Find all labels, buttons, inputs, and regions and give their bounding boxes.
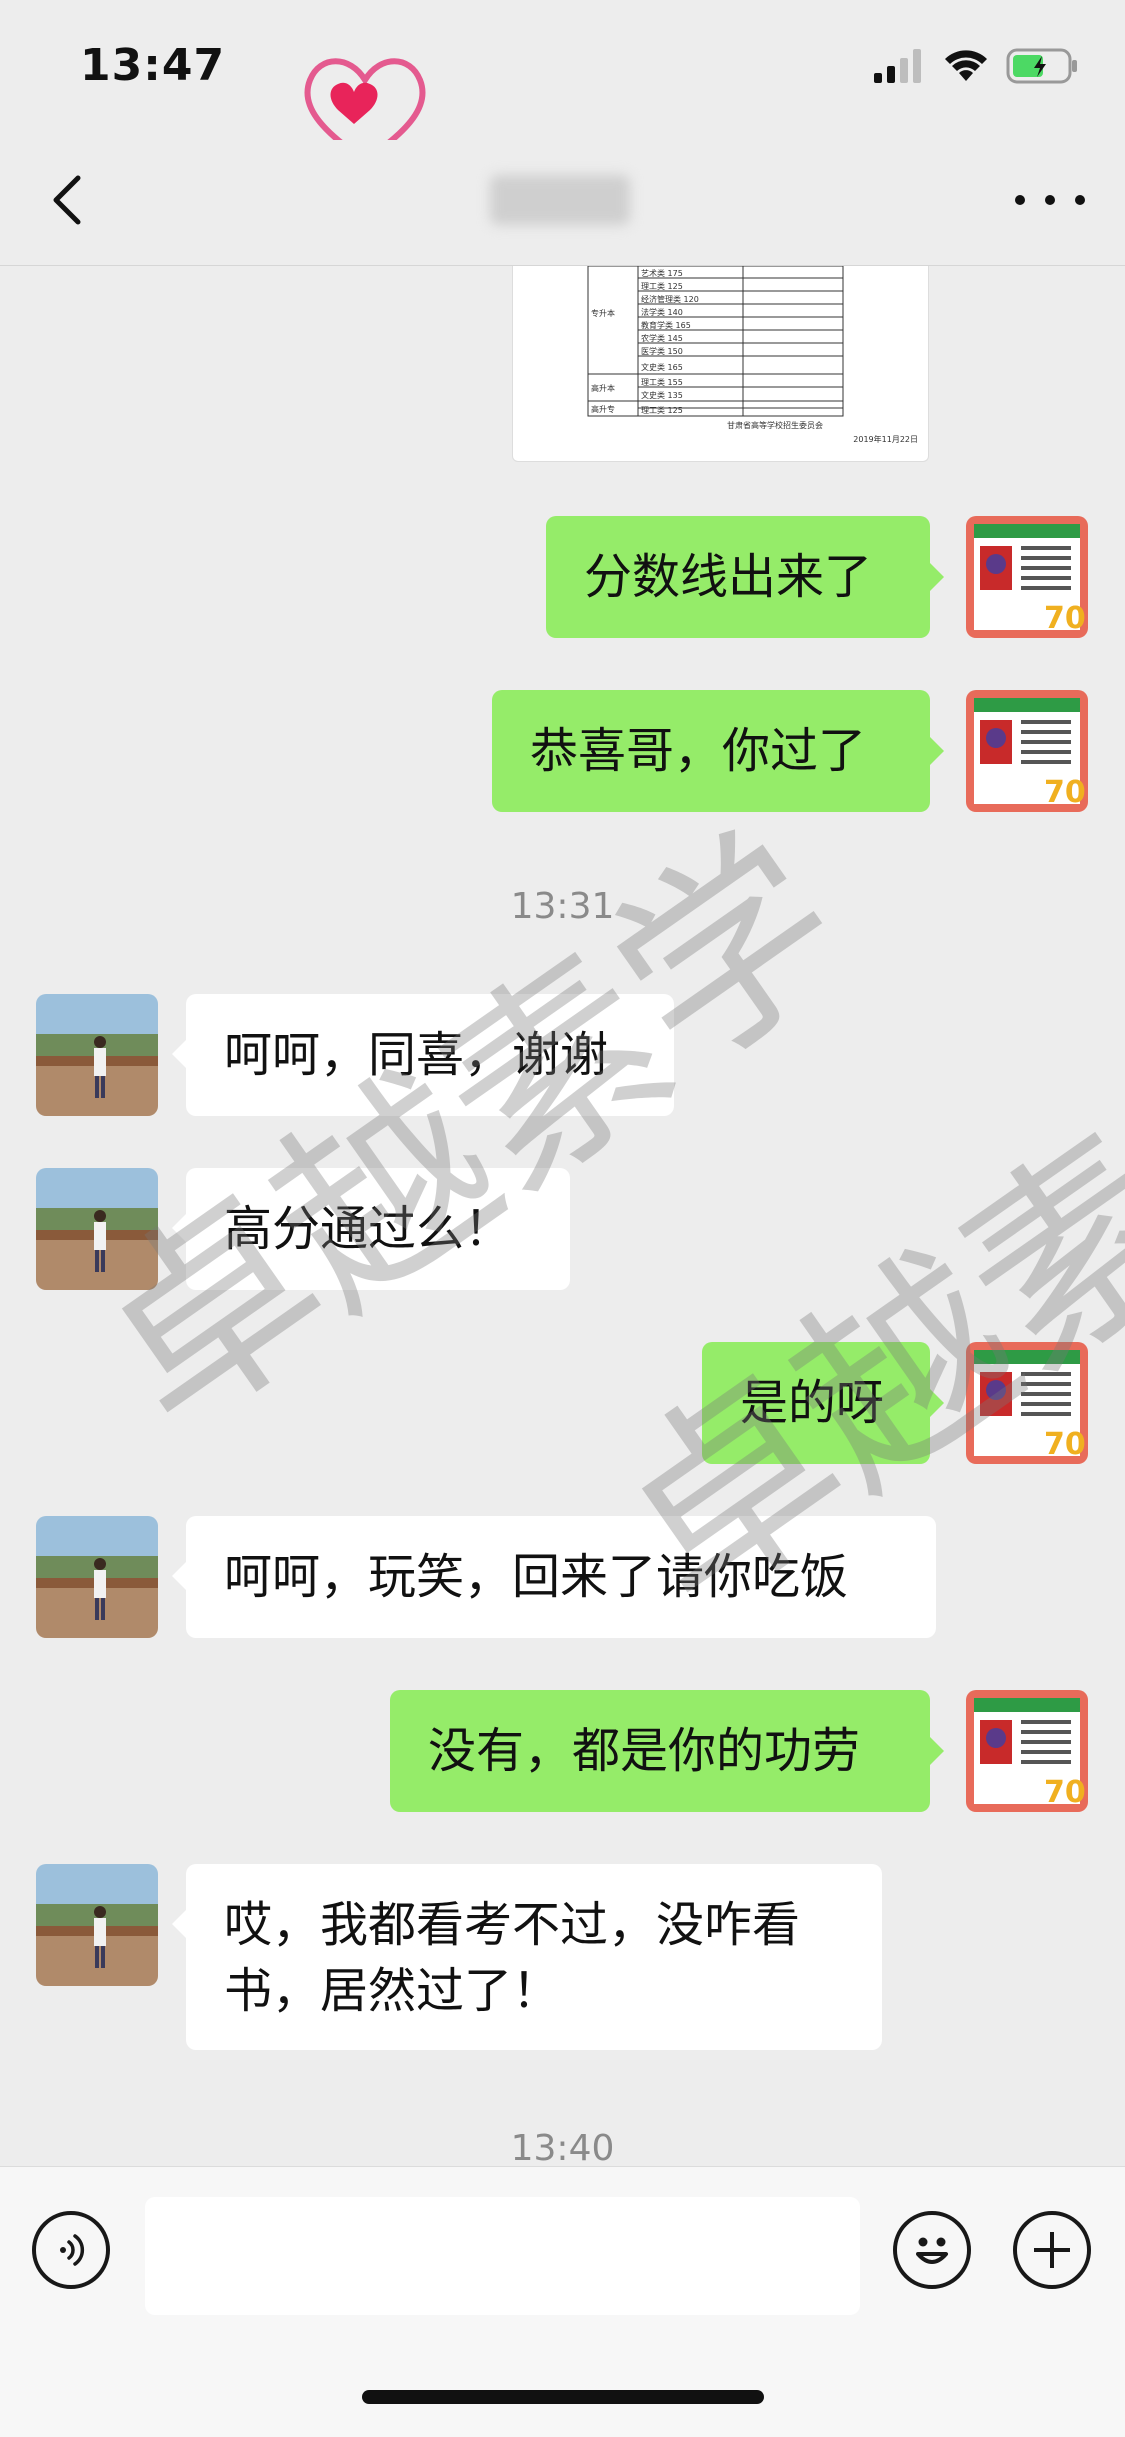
timestamp: 13:31 <box>510 886 615 927</box>
avatar-self[interactable]: 70 <box>966 690 1088 812</box>
status-bar: 13:47 <box>0 0 1125 164</box>
svg-text:教育学类 165: 教育学类 165 <box>641 320 691 330</box>
status-time: 13:47 <box>80 40 226 91</box>
message-bubble-sent[interactable]: 是的呀 <box>702 1342 944 1464</box>
signal-icon <box>874 49 921 83</box>
message-list[interactable]: 专升本 高升本 高升专 艺术类 175 理工类 125 经济管理类 120 法学… <box>0 266 1125 2166</box>
chat-header <box>0 140 1125 266</box>
svg-text:专升本: 专升本 <box>591 308 615 318</box>
svg-text:70: 70 <box>1044 1775 1086 1810</box>
svg-text:2019年11月22日: 2019年11月22日 <box>853 434 918 444</box>
message-bubble-received[interactable]: 哎，我都看考不过，没咋看书，居然过了！ <box>172 1864 882 2050</box>
message-bubble-sent[interactable]: 分数线出来了 <box>546 516 944 638</box>
svg-text:艺术类 175: 艺术类 175 <box>641 268 683 278</box>
document-image-message[interactable]: 专升本 高升本 高升专 艺术类 175 理工类 125 经济管理类 120 法学… <box>512 266 929 462</box>
more-dots-icon[interactable] <box>1015 180 1085 220</box>
svg-text:70: 70 <box>1044 775 1086 810</box>
svg-text:甘肃省高等学校招生委员会: 甘肃省高等学校招生委员会 <box>727 420 823 430</box>
svg-text:文史类 165: 文史类 165 <box>641 362 683 372</box>
svg-text:理工类 155: 理工类 155 <box>641 377 683 387</box>
message-bubble-received[interactable]: 高分通过么！ <box>172 1168 570 1290</box>
message-bubble-sent[interactable]: 恭喜哥，你过了 <box>492 690 944 812</box>
avatar-self[interactable]: 70 <box>966 516 1088 638</box>
svg-text:农学类 145: 农学类 145 <box>641 333 683 343</box>
battery-icon <box>1006 48 1077 84</box>
message-bubble-sent[interactable]: 没有，都是你的功劳 <box>390 1690 944 1812</box>
svg-text:高升专: 高升专 <box>591 404 615 414</box>
timestamp: 13:40 <box>510 2128 615 2166</box>
svg-text:法学类 140: 法学类 140 <box>641 307 683 317</box>
svg-text:理工类 125: 理工类 125 <box>641 281 683 291</box>
message-bubble-received[interactable]: 呵呵，玩笑，回来了请你吃饭 <box>172 1516 936 1638</box>
avatar-contact[interactable] <box>36 1864 158 1986</box>
avatar-contact[interactable] <box>36 1516 158 1638</box>
avatar-self[interactable]: 70 <box>966 1690 1088 1812</box>
message-input[interactable] <box>145 2197 860 2315</box>
avatar-contact[interactable] <box>36 1168 158 1290</box>
avatar-self[interactable]: 70 <box>966 1342 1088 1464</box>
status-icons <box>874 48 1080 84</box>
emoji-icon[interactable] <box>893 2211 971 2289</box>
avatar-contact[interactable] <box>36 994 158 1116</box>
back-chevron-icon[interactable] <box>40 170 100 230</box>
home-indicator[interactable] <box>362 2390 764 2404</box>
svg-text:医学类 150: 医学类 150 <box>641 346 683 356</box>
score-table-image: 专升本 高升本 高升专 艺术类 175 理工类 125 经济管理类 120 法学… <box>587 266 918 444</box>
wifi-icon <box>945 50 987 81</box>
svg-text:理工类 125: 理工类 125 <box>641 405 683 415</box>
svg-text:高升本: 高升本 <box>591 383 615 393</box>
message-bubble-received[interactable]: 呵呵，同喜，谢谢 <box>172 994 674 1116</box>
svg-text:70: 70 <box>1044 601 1086 636</box>
svg-text:70: 70 <box>1044 1427 1086 1462</box>
plus-icon[interactable] <box>1013 2211 1091 2289</box>
voice-icon[interactable] <box>32 2211 110 2289</box>
chat-title-blurred <box>490 175 630 225</box>
svg-text:文史类 135: 文史类 135 <box>641 390 683 400</box>
svg-text:经济管理类 120: 经济管理类 120 <box>641 294 699 304</box>
